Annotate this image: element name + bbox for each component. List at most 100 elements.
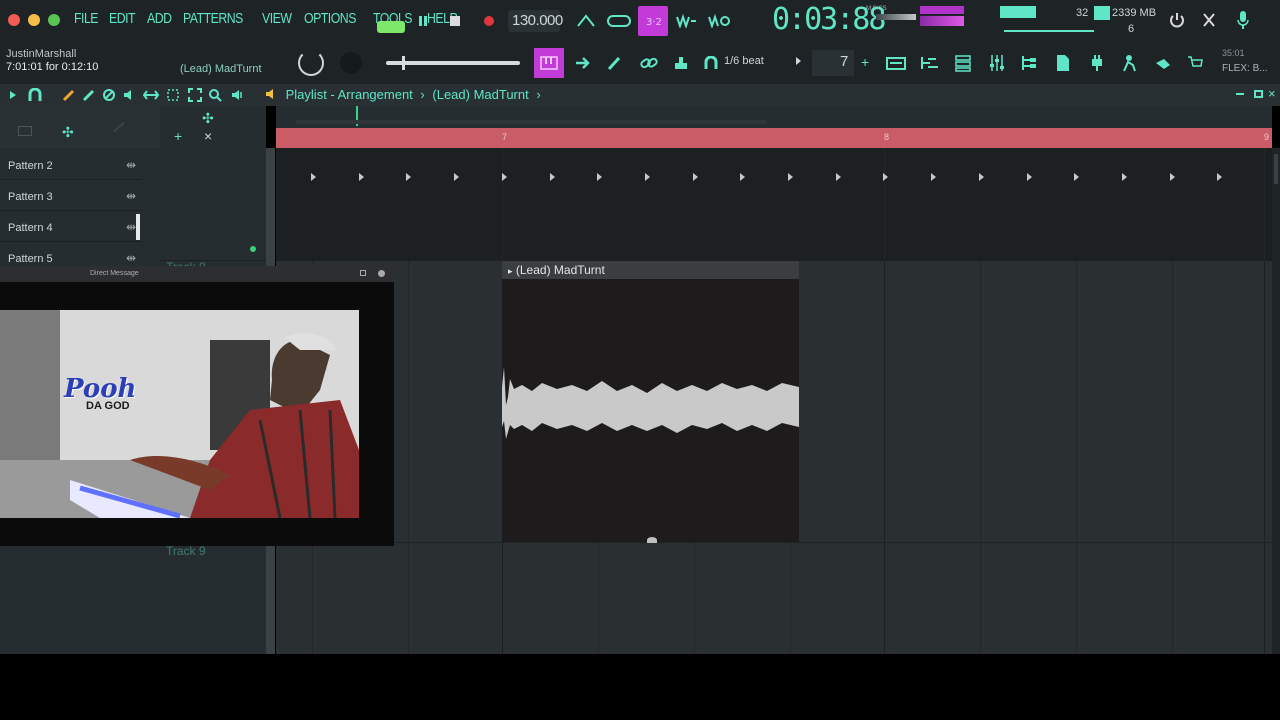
beat-marker[interactable]: [740, 173, 746, 181]
step-value[interactable]: 7: [840, 53, 848, 70]
right-scrollbar-thumb[interactable]: [1274, 154, 1278, 184]
link-button[interactable]: [638, 52, 660, 74]
pattern-drag-icon[interactable]: ⇹: [126, 158, 136, 172]
webcam-close-icon[interactable]: [378, 270, 385, 277]
menu-file[interactable]: FILE: [74, 10, 99, 27]
menu-edit[interactable]: EDIT: [109, 10, 136, 27]
beat-marker[interactable]: [931, 173, 937, 181]
track-options-icon[interactable]: ✣: [202, 110, 214, 127]
position-slider-handle[interactable]: [402, 56, 405, 70]
mute-tool-button[interactable]: [120, 86, 138, 104]
beat-marker[interactable]: [1121, 173, 1127, 181]
mixer-button[interactable]: [986, 52, 1008, 74]
beat-marker[interactable]: [788, 173, 793, 181]
zoom-tool-button[interactable]: [186, 86, 204, 104]
timeline-overview[interactable]: [276, 106, 1272, 128]
loop-record-button[interactable]: [706, 10, 732, 32]
add-track-icon[interactable]: +: [174, 128, 182, 144]
beat-marker[interactable]: [1169, 173, 1175, 181]
playlist-menu-arrow[interactable]: [6, 87, 20, 103]
stop-button[interactable]: [444, 10, 466, 32]
clip-resize-handle[interactable]: [647, 537, 657, 543]
minimize-playlist-button[interactable]: [1236, 93, 1244, 95]
beat-marker[interactable]: [1217, 173, 1223, 181]
pattern-item-4[interactable]: Pattern 4 ⇹: [0, 214, 142, 242]
breadcrumb-pattern[interactable]: (Lead) MadTurnt: [432, 87, 528, 102]
beat-marker[interactable]: [644, 173, 650, 181]
pattern-item-3[interactable]: Pattern 3 ⇹: [0, 183, 142, 211]
channel-rack-button[interactable]: [884, 52, 908, 74]
wait-input-button[interactable]: [606, 10, 632, 32]
menu-options[interactable]: OPTIONS: [304, 10, 356, 27]
step-sequencer-button[interactable]: [952, 52, 974, 74]
snap-dropdown-arrow[interactable]: [796, 57, 801, 65]
beat-marker[interactable]: [454, 173, 460, 181]
maximize-window-button[interactable]: [48, 14, 60, 26]
webcam-expand-icon[interactable]: [360, 270, 366, 276]
slip-tool-button[interactable]: [142, 86, 160, 104]
clip-header[interactable]: ▸ (Lead) MadTurnt: [502, 261, 799, 279]
pattern-drag-icon[interactable]: ⇹: [126, 220, 136, 234]
beat-marker[interactable]: [406, 173, 412, 181]
arrow-forward-button[interactable]: [572, 52, 594, 74]
beat-marker[interactable]: [1026, 173, 1032, 181]
metronome-button[interactable]: [574, 10, 598, 32]
menu-add[interactable]: ADD: [147, 10, 172, 27]
track-8-active-led[interactable]: [250, 246, 256, 252]
tutorial-button[interactable]: [1152, 52, 1174, 74]
audio-clip[interactable]: ▸ (Lead) MadTurnt: [502, 261, 799, 543]
beat-marker[interactable]: [358, 173, 364, 181]
shop-button[interactable]: [1184, 52, 1206, 74]
picker-scrollbar[interactable]: [136, 214, 140, 240]
power-button[interactable]: [1166, 8, 1188, 32]
select-tool-button[interactable]: [164, 86, 182, 104]
close-playlist-button[interactable]: ×: [1268, 86, 1276, 101]
pattern-drag-icon[interactable]: ⇹: [126, 251, 136, 265]
pause-button[interactable]: [412, 10, 434, 32]
help-button[interactable]: [1118, 52, 1140, 74]
pattern-drag-icon[interactable]: ⇹: [126, 189, 136, 203]
delete-tool-button[interactable]: [100, 86, 118, 104]
remove-track-icon[interactable]: ×: [204, 128, 212, 144]
project-file-button[interactable]: [1052, 52, 1074, 74]
piano-icon[interactable]: [18, 126, 32, 136]
menu-view[interactable]: VIEW: [262, 10, 292, 27]
snap-selector[interactable]: 1/6 beat: [724, 55, 764, 67]
piano-roll-button[interactable]: [534, 48, 564, 78]
playback-tool-button[interactable]: [228, 86, 246, 104]
menu-patterns[interactable]: PATTERNS: [183, 10, 243, 27]
draw-tool-button[interactable]: [60, 86, 78, 104]
audio-input-button[interactable]: [1232, 8, 1254, 32]
panic-button[interactable]: [1198, 8, 1220, 32]
beat-marker[interactable]: [501, 173, 507, 181]
step-edit-button[interactable]: [674, 10, 698, 32]
automation-icon[interactable]: [112, 121, 126, 133]
playlist-snap-button[interactable]: [26, 86, 44, 104]
track-9-label[interactable]: Track 9: [166, 544, 206, 558]
snap-magnet-button[interactable]: [702, 52, 720, 74]
clip-menu-icon[interactable]: ▸: [508, 266, 513, 276]
browser-button[interactable]: [1018, 52, 1040, 74]
position-slider[interactable]: [386, 61, 520, 65]
record-button[interactable]: [478, 10, 500, 32]
beat-marker[interactable]: [311, 173, 316, 181]
marker-lane[interactable]: [276, 148, 1272, 261]
pattern-song-toggle[interactable]: [376, 8, 406, 36]
maximize-playlist-button[interactable]: [1254, 90, 1263, 98]
paint-tool-button[interactable]: [80, 86, 98, 104]
timeline-ruler[interactable]: 7 8 9: [276, 128, 1272, 148]
countdown-button[interactable]: 3·2: [638, 6, 668, 36]
beat-marker[interactable]: [978, 173, 984, 181]
waveform-icon[interactable]: ✣: [62, 124, 74, 141]
minimize-window-button[interactable]: [28, 14, 40, 26]
step-plus-icon[interactable]: +: [861, 54, 869, 70]
right-scrollbar[interactable]: [1272, 148, 1280, 654]
close-window-button[interactable]: [8, 14, 20, 26]
tempo-display[interactable]: 130.000: [508, 10, 563, 32]
search-tool-button[interactable]: [206, 86, 224, 104]
playlist-view-button[interactable]: [918, 52, 942, 74]
master-volume-knob[interactable]: [298, 50, 324, 76]
beat-marker[interactable]: [835, 173, 841, 181]
beat-marker[interactable]: [883, 173, 889, 181]
beat-marker[interactable]: [549, 173, 555, 181]
